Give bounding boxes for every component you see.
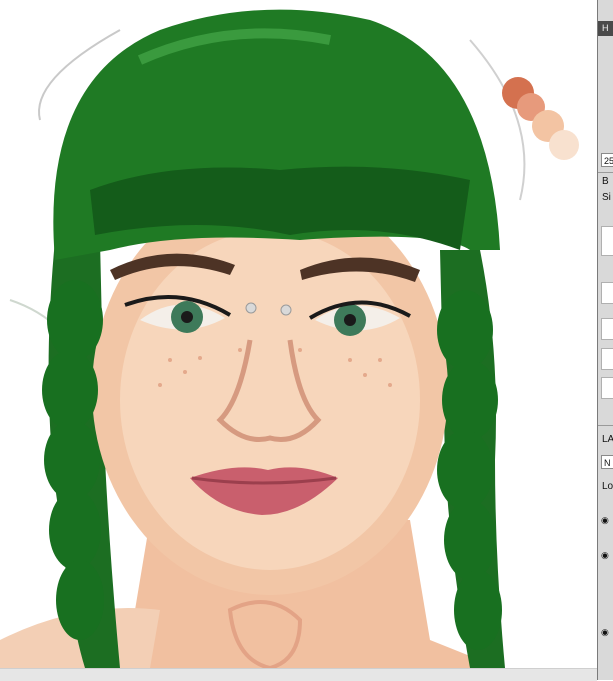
status-bar [0, 668, 597, 681]
brush-preview[interactable] [601, 226, 613, 256]
side-panel: H 25 B Si LA N Lo ◉ ◉ ◉ [597, 0, 613, 680]
color-swatch[interactable] [549, 130, 579, 160]
brush-preset-icon[interactable] [601, 348, 613, 370]
brush-preset-icon[interactable] [601, 377, 613, 399]
panel-divider [598, 425, 613, 426]
zoom-field[interactable]: 25 [601, 153, 613, 167]
brush-preset-icon[interactable] [601, 318, 613, 340]
layers-label: LA [602, 434, 613, 445]
panel-title: H [598, 21, 613, 36]
portrait-painting [0, 9, 579, 668]
brush-label: B [602, 176, 609, 187]
eye-icon[interactable]: ◉ [601, 514, 613, 526]
eye-icon[interactable]: ◉ [601, 549, 613, 561]
lock-label: Lo [602, 481, 613, 492]
painting-canvas[interactable] [0, 0, 597, 668]
size-label: Si [602, 192, 611, 203]
eye-icon[interactable]: ◉ [601, 626, 613, 638]
blend-mode-select[interactable]: N [601, 455, 613, 469]
brush-preset-icon[interactable] [601, 282, 613, 304]
panel-divider [598, 172, 613, 173]
